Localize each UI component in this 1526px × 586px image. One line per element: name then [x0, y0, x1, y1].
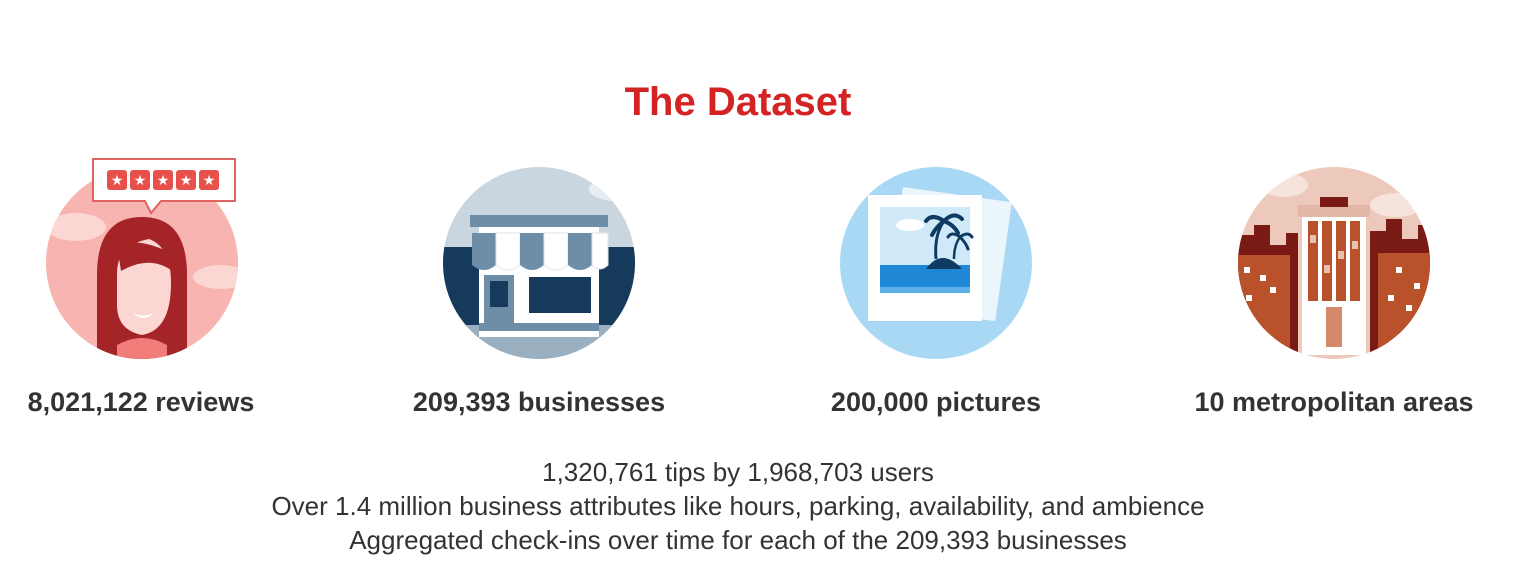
- stat-metro-areas: 10 metropolitan areas: [1174, 155, 1494, 417]
- stat-reviews: ★ ★ ★ ★ ★ 8,021,122 reviews: [0, 155, 301, 417]
- reviewer-icon: ★ ★ ★ ★ ★: [46, 158, 238, 359]
- svg-text:★: ★: [180, 173, 193, 189]
- svg-text:★: ★: [134, 173, 147, 189]
- stat-pictures: 200,000 pictures: [776, 155, 1096, 417]
- dataset-details: 1,320,761 tips by 1,968,703 users Over 1…: [0, 455, 1476, 557]
- stat-label: 10 metropolitan areas: [1194, 387, 1474, 417]
- detail-line-attributes: Over 1.4 million business attributes lik…: [271, 491, 1205, 521]
- stat-label: 200,000 pictures: [830, 387, 1042, 417]
- stat-label: 8,021,122 reviews: [27, 387, 255, 417]
- page-title: The Dataset: [624, 80, 852, 124]
- svg-text:★: ★: [157, 173, 170, 189]
- detail-line-tips: 1,320,761 tips by 1,968,703 users: [542, 457, 934, 487]
- storefront-icon: [443, 167, 635, 359]
- city-icon: [1238, 167, 1430, 359]
- stat-label: 209,393 businesses: [412, 387, 666, 417]
- photo-icon: [840, 167, 1032, 359]
- svg-text:★: ★: [111, 173, 124, 189]
- detail-line-checkins: Aggregated check-ins over time for each …: [349, 525, 1127, 555]
- stat-businesses: 209,393 businesses: [379, 155, 699, 417]
- svg-text:★: ★: [203, 173, 216, 189]
